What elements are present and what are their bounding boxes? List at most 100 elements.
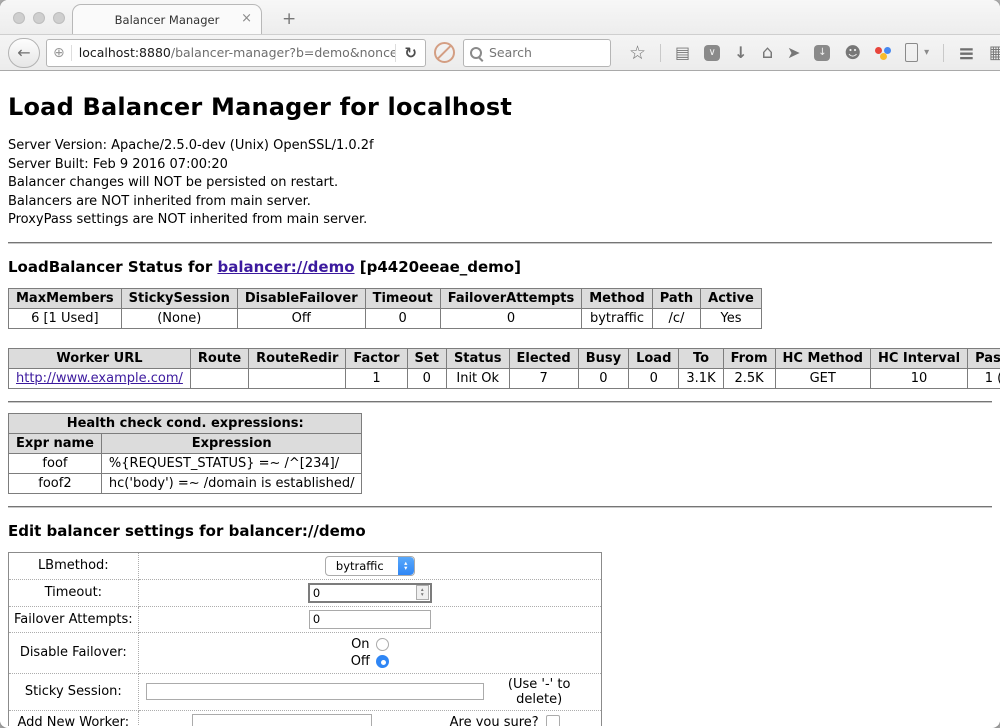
- timeout-row: Timeout: 0 ▴▾: [9, 579, 602, 606]
- content-blocked-icon[interactable]: [434, 42, 455, 63]
- select-stepper-icon: ▴▾: [398, 557, 414, 575]
- bookmark-star-icon[interactable]: ☆: [629, 45, 646, 61]
- cell-route: [190, 368, 248, 388]
- cell-set: 0: [407, 368, 446, 388]
- col-routeredir: RouteRedir: [249, 348, 346, 368]
- cell-maxmembers: 6 [1 Used]: [9, 308, 122, 328]
- extension-colordots-icon[interactable]: [875, 45, 891, 61]
- pocket-icon[interactable]: ∨: [704, 45, 720, 61]
- toolbar-divider: [943, 44, 944, 62]
- browser-window: Balancer Manager × + ← ⊕ localhost:8880 …: [0, 0, 1000, 728]
- back-button[interactable]: ←: [8, 38, 40, 68]
- new-tab-button[interactable]: +: [276, 9, 302, 30]
- screenshot-icon[interactable]: ↓: [814, 45, 830, 61]
- search-bar[interactable]: [463, 39, 611, 67]
- col-passes: Passes: [968, 348, 1000, 368]
- col-elected: Elected: [509, 348, 578, 368]
- search-icon: [470, 47, 482, 59]
- home-icon[interactable]: ⌂: [762, 45, 773, 61]
- failover-attempts-row: Failover Attempts: 0: [9, 606, 602, 632]
- toolbar-divider: [660, 44, 661, 62]
- cell-expr-name: foof2: [9, 473, 102, 493]
- url-path: /balancer-manager?b=demo&nonce=decc37be-…: [171, 45, 396, 60]
- col-disablefailover: DisableFailover: [237, 288, 365, 308]
- cell-expr-name: foof: [9, 453, 102, 473]
- cell-active: Yes: [701, 308, 762, 328]
- col-busy: Busy: [578, 348, 628, 368]
- lbmethod-selected-value: bytraffic: [336, 559, 398, 573]
- page-title: Load Balancer Manager for localhost: [8, 93, 992, 121]
- chevron-down-icon[interactable]: ▾: [924, 45, 929, 61]
- site-identity-globe-icon[interactable]: ⊕: [47, 45, 72, 61]
- cell-to: 3.1K: [679, 368, 723, 388]
- divider: [8, 242, 992, 244]
- zoom-window-button[interactable]: [53, 12, 65, 24]
- tab-balancer-manager[interactable]: Balancer Manager ×: [72, 4, 262, 34]
- col-hc-method: HC Method: [775, 348, 870, 368]
- cell-busy: 0: [578, 368, 628, 388]
- menu-hamburger-icon[interactable]: ≡: [958, 41, 975, 65]
- cell-elected: 7: [509, 368, 578, 388]
- are-you-sure-checkbox[interactable]: [546, 715, 560, 726]
- number-spinner-icon[interactable]: ▴▾: [416, 585, 429, 600]
- divider: [8, 506, 992, 508]
- downloads-icon[interactable]: ↓: [734, 45, 747, 61]
- url-bar[interactable]: ⊕ localhost:8880 /balancer-manager?b=dem…: [46, 39, 426, 67]
- col-factor: Factor: [346, 348, 407, 368]
- lbmethod-select[interactable]: bytraffic ▴▾: [325, 556, 415, 576]
- disable-failover-label: Disable Failover:: [9, 632, 139, 673]
- url-host: localhost:8880: [79, 45, 171, 60]
- clipboard-icon[interactable]: ▤: [675, 45, 690, 61]
- traffic-lights: [13, 12, 65, 24]
- navigation-toolbar: ← ⊕ localhost:8880 /balancer-manager?b=d…: [0, 34, 1000, 71]
- add-worker-row: Add New Worker: Are you sure?: [9, 710, 602, 726]
- cell-failoverattempts: 0: [440, 308, 582, 328]
- timeout-label: Timeout:: [9, 579, 139, 606]
- minimize-window-button[interactable]: [33, 12, 45, 24]
- lbmethod-row: LBmethod: bytraffic ▴▾: [9, 552, 602, 579]
- server-version-line: Server Version: Apache/2.5.0-dev (Unix) …: [8, 137, 992, 156]
- grid-panel-icon[interactable]: ▦: [989, 42, 1000, 63]
- col-timeout: Timeout: [365, 288, 440, 308]
- balancer-status-heading: LoadBalancer Status for balancer://demo …: [8, 258, 992, 276]
- server-built-line: Server Built: Feb 9 2016 07:00:20: [8, 156, 992, 175]
- edit-settings-heading: Edit balancer settings for balancer://de…: [8, 522, 992, 540]
- failover-attempts-label: Failover Attempts:: [9, 606, 139, 632]
- search-input[interactable]: [487, 44, 604, 61]
- table-title-row: Health check cond. expressions:: [9, 413, 362, 433]
- cell-factor: 1: [346, 368, 407, 388]
- heading-prefix: LoadBalancer Status for: [8, 258, 217, 276]
- battery-extension-icon[interactable]: [905, 43, 918, 62]
- reload-icon[interactable]: ↻: [395, 44, 425, 62]
- send-tab-icon[interactable]: ➤: [787, 45, 800, 61]
- health-check-title: Health check cond. expressions:: [9, 413, 362, 433]
- expr-row: foof %{REQUEST_STATUS} =~ /^[234]/: [9, 453, 362, 473]
- col-set: Set: [407, 348, 446, 368]
- divider: [8, 401, 992, 403]
- close-window-button[interactable]: [13, 12, 25, 24]
- add-worker-input[interactable]: [192, 714, 372, 727]
- tab-close-icon[interactable]: ×: [241, 12, 252, 25]
- timeout-input[interactable]: 0 ▴▾: [308, 583, 432, 603]
- balancer-demo-link[interactable]: balancer://demo: [217, 258, 354, 276]
- radio-off-label: Off: [351, 653, 370, 670]
- sticky-session-input[interactable]: [146, 683, 485, 700]
- col-to: To: [679, 348, 723, 368]
- col-maxmembers: MaxMembers: [9, 288, 122, 308]
- add-worker-label: Add New Worker:: [9, 710, 139, 726]
- forum-smiley-icon[interactable]: ☻: [844, 45, 861, 61]
- toolbar-buttons: ☆ ▤ ∨ ↓ ⌂ ➤ ↓ ☻ ▾ ≡ ▦: [629, 41, 1000, 65]
- col-path: Path: [652, 288, 700, 308]
- proxypass-note-line: ProxyPass settings are NOT inherited fro…: [8, 211, 992, 230]
- table-header-row: Expr name Expression: [9, 433, 362, 453]
- page-content: Load Balancer Manager for localhost Serv…: [0, 71, 1000, 726]
- disable-failover-on-radio[interactable]: [376, 638, 389, 651]
- disable-failover-off-radio[interactable]: [376, 655, 389, 668]
- cell-load: 0: [629, 368, 679, 388]
- failover-attempts-input[interactable]: 0: [309, 610, 431, 629]
- worker-url-link[interactable]: http://www.example.com/: [16, 371, 183, 386]
- col-status: Status: [446, 348, 509, 368]
- timeout-value: 0: [310, 586, 416, 600]
- col-failoverattempts: FailoverAttempts: [440, 288, 582, 308]
- inherit-note-line: Balancers are NOT inherited from main se…: [8, 193, 992, 212]
